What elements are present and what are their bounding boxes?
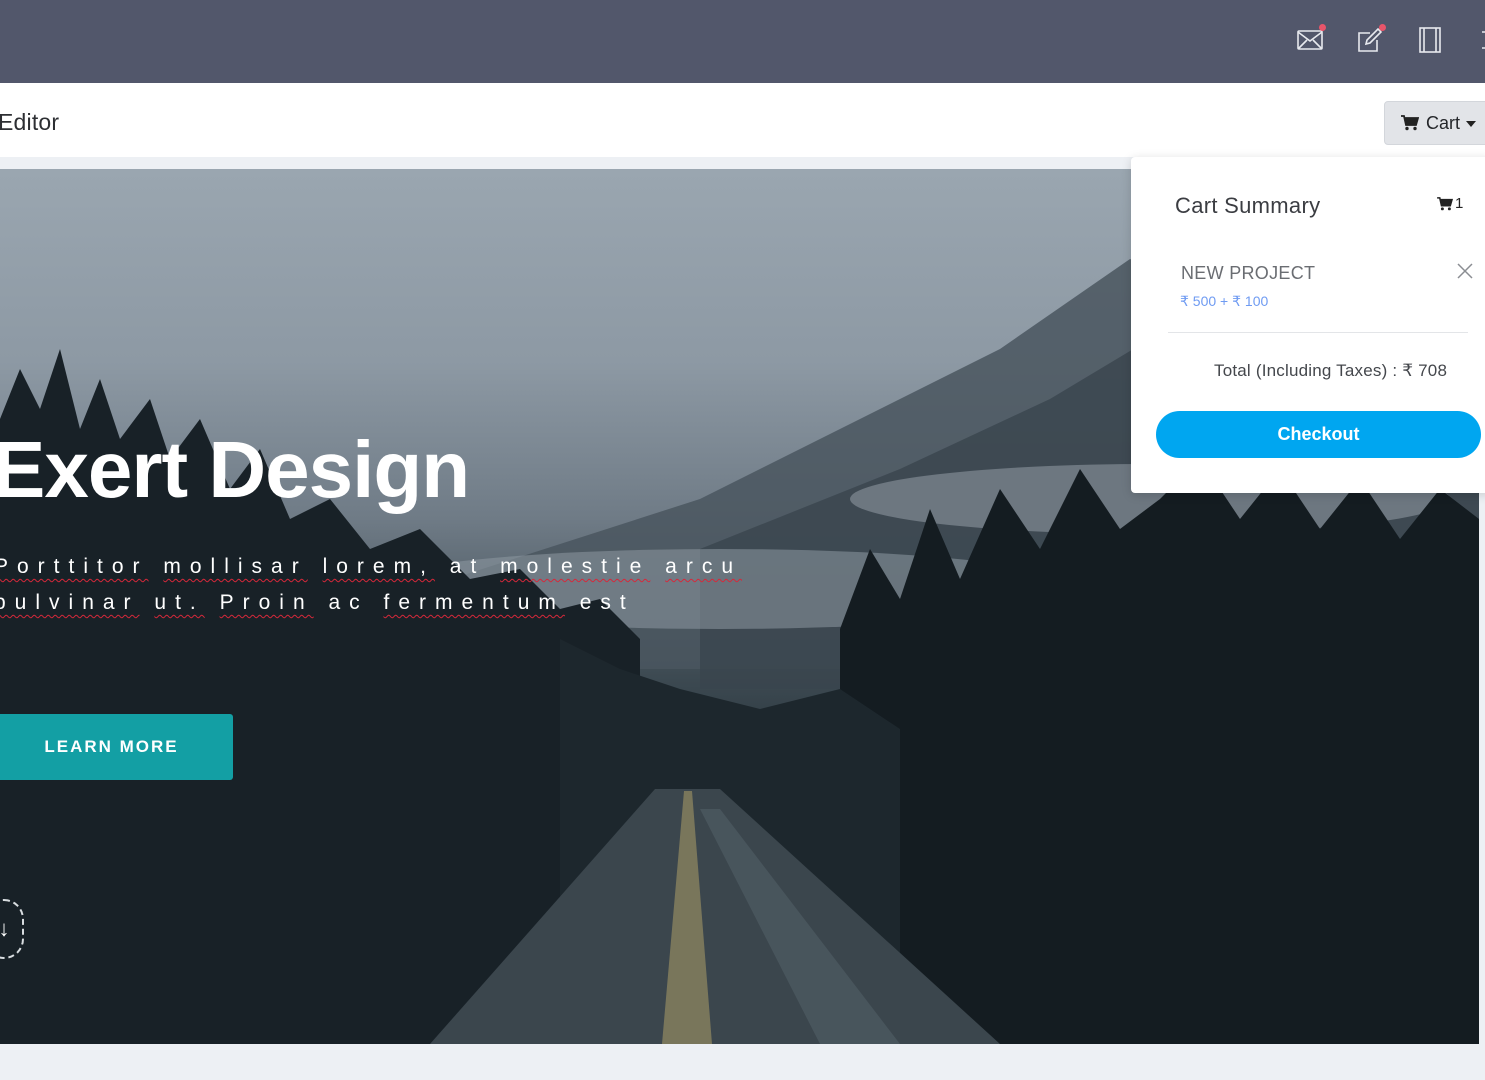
edit-icon[interactable] xyxy=(1356,24,1386,54)
hero-word: est xyxy=(579,591,635,614)
notification-dot xyxy=(1379,24,1386,31)
cart-button-label: Cart xyxy=(1426,112,1461,133)
cart-icon xyxy=(1401,115,1419,131)
hero-word: Proin xyxy=(219,591,314,614)
hero-word: ac xyxy=(328,591,369,614)
cart-summary-dropdown: Cart Summary 1 NEW PROJECT ₹ 500 + ₹ 100… xyxy=(1131,157,1485,493)
cart-icon xyxy=(1437,196,1453,210)
close-icon[interactable] xyxy=(1454,260,1476,282)
notification-dot xyxy=(1319,24,1326,31)
hero-word: molestie xyxy=(500,555,651,578)
checkout-button[interactable]: Checkout xyxy=(1156,411,1481,458)
hero-word: pulvinar xyxy=(0,591,140,614)
cart-total: Total (Including Taxes) : ₹ 708 xyxy=(1214,361,1447,381)
hero-word: mollisar xyxy=(163,555,308,578)
cart-item-name: NEW PROJECT xyxy=(1181,263,1316,283)
scroll-down-button[interactable]: ↓ xyxy=(0,899,24,959)
hero-word: arcu xyxy=(665,555,743,578)
cart-item-price: ₹ 500 + ₹ 100 xyxy=(1180,293,1269,309)
editor-header: Editor Cart xyxy=(0,83,1485,163)
arrow-down-icon: ↓ xyxy=(0,916,10,941)
learn-more-button[interactable]: LEARN MORE xyxy=(0,714,233,780)
divider xyxy=(1168,332,1468,333)
cart-count-value: 1 xyxy=(1455,195,1464,212)
cart-dropdown-button[interactable]: Cart xyxy=(1384,101,1485,145)
hero-word: Porttitor xyxy=(0,555,149,578)
puzzle-icon[interactable] xyxy=(1474,26,1485,54)
hero-word: lorem, xyxy=(322,555,435,578)
page-title: Editor xyxy=(0,109,60,135)
top-toolbar xyxy=(0,0,1485,83)
cart-count: 1 xyxy=(1437,195,1463,212)
hero-word: fermentum xyxy=(383,591,565,614)
hero-word: ut. xyxy=(154,591,205,614)
cart-summary-title: Cart Summary xyxy=(1175,193,1321,218)
total-label: Total (Including Taxes) : xyxy=(1214,361,1398,380)
hero-word: at xyxy=(449,555,486,578)
chevron-down-icon xyxy=(1466,121,1477,127)
hero-description: Porttitor mollisar lorem, at molestie ar… xyxy=(0,549,754,621)
hero-title: Exert Design xyxy=(0,425,470,514)
total-value: ₹ 708 xyxy=(1402,361,1448,380)
layout-icon[interactable] xyxy=(1416,26,1444,54)
mail-icon[interactable] xyxy=(1296,24,1326,54)
